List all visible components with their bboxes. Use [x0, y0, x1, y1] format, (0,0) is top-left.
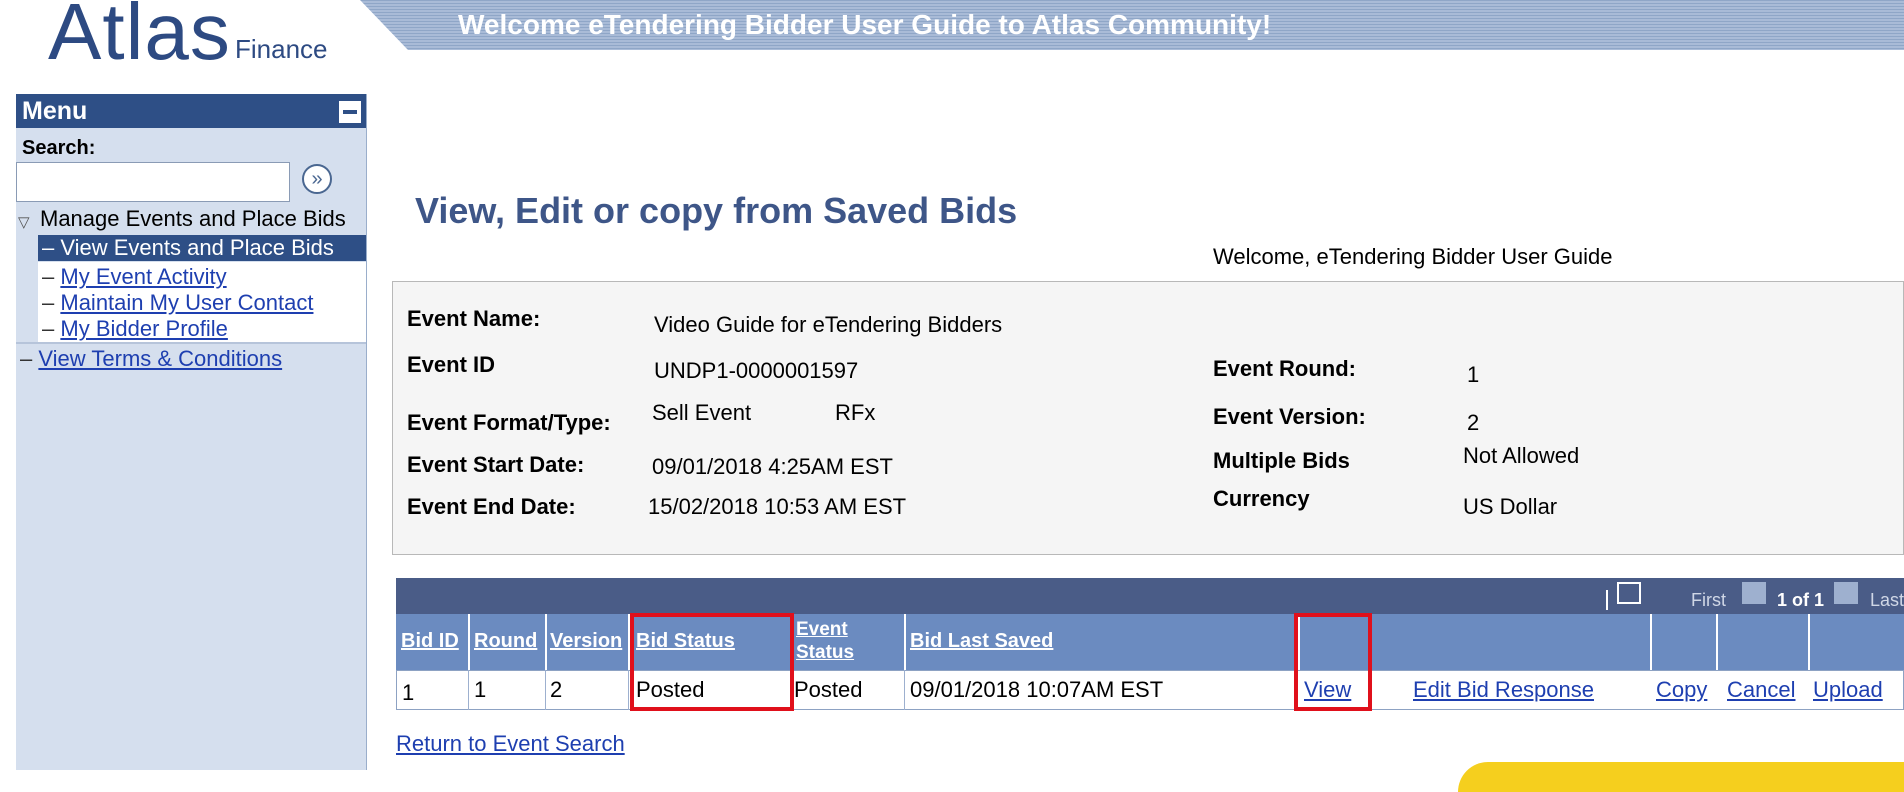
event-start-label: Event Start Date: — [407, 452, 585, 477]
cell-event-status: Posted — [794, 677, 863, 702]
menu-title: Menu — [22, 97, 88, 125]
cell-separator — [904, 670, 905, 710]
sidebar-item-my-event-activity[interactable]: – My Event Activity — [42, 264, 227, 290]
sidebar-item-terms[interactable]: – View Terms & Conditions — [20, 346, 282, 372]
grid-last-link[interactable]: Last — [1870, 590, 1904, 611]
cell-version: 2 — [550, 677, 563, 702]
prev-arrow-icon[interactable] — [1742, 582, 1766, 604]
cell-separator — [628, 670, 629, 710]
grid-first-link[interactable]: First — [1691, 590, 1726, 611]
event-id-label: Event ID — [407, 352, 496, 377]
upload-link[interactable]: Upload — [1813, 677, 1883, 703]
sidebar-group-manage-events[interactable]: Manage Events and Place Bids — [40, 206, 346, 232]
event-round-value: 1 — [1467, 362, 1480, 387]
sidebar-item-label[interactable]: View Terms & Conditions — [38, 346, 282, 371]
sidebar-item-maintain-user-contact[interactable]: – Maintain My User Contact — [42, 290, 313, 316]
sidebar-item-view-events[interactable]: – View Events and Place Bids — [42, 235, 334, 261]
column-header-bid-id[interactable]: Bid ID — [401, 630, 459, 653]
cancel-link[interactable]: Cancel — [1727, 677, 1795, 703]
cell-bid-last-saved: 09/01/2018 10:07AM EST — [910, 677, 1164, 702]
column-separator — [904, 614, 906, 670]
return-to-event-search-link[interactable]: Return to Event Search — [396, 731, 625, 757]
dash: – — [42, 264, 55, 289]
banner-title: Welcome eTendering Bidder User Guide to … — [458, 9, 1272, 40]
sidebar-item-label[interactable]: My Event Activity — [60, 264, 226, 289]
grid-row-count: 1 of 1 — [1777, 590, 1825, 610]
cell-separator — [545, 670, 546, 710]
search-label: Search: — [22, 137, 96, 159]
zoom-grid-icon[interactable] — [1617, 582, 1641, 604]
column-header-event-status[interactable]: Event Status — [796, 618, 854, 664]
search-input[interactable] — [16, 162, 290, 202]
column-separator — [1716, 614, 1718, 670]
sidebar-item-my-bidder-profile[interactable]: – My Bidder Profile — [42, 316, 228, 342]
copy-link[interactable]: Copy — [1656, 677, 1707, 703]
collapse-icon[interactable] — [339, 101, 361, 123]
event-start-value: 09/01/2018 4:25AM EST — [652, 454, 893, 479]
column-header-version[interactable]: Version — [550, 630, 622, 653]
sidebar-item-label[interactable]: Maintain My User Contact — [60, 290, 313, 315]
event-type-value: RFx — [835, 400, 876, 425]
column-header-line: Event — [796, 619, 848, 640]
cell-round: 1 — [474, 677, 487, 702]
column-header-bid-last-saved[interactable]: Bid Last Saved — [910, 630, 1053, 653]
dash: – — [42, 290, 55, 315]
next-arrow-icon[interactable] — [1834, 582, 1858, 604]
multiple-bids-label: Multiple Bids — [1213, 448, 1350, 473]
divider — [1606, 590, 1608, 610]
search-go-icon[interactable]: » — [302, 164, 332, 194]
column-header-line: Status — [796, 642, 855, 663]
event-format-value: Sell Event — [652, 400, 752, 425]
cell-bid-id: 1 — [402, 680, 415, 705]
event-name-value: Video Guide for eTendering Bidders — [654, 312, 1003, 337]
column-separator — [468, 614, 470, 670]
event-end-label: Event End Date: — [407, 494, 576, 519]
event-end-value: 15/02/2018 10:53 AM EST — [648, 494, 907, 519]
callout-bubble — [1458, 762, 1904, 792]
highlight-view — [1294, 613, 1372, 711]
event-name-label: Event Name: — [407, 306, 541, 331]
column-separator — [545, 614, 547, 670]
logo-subtitle: Finance — [235, 34, 328, 64]
event-version-value: 2 — [1467, 410, 1480, 435]
edit-bid-response-link[interactable]: Edit Bid Response — [1413, 677, 1594, 703]
logo: Atlas — [48, 0, 231, 76]
sidebar-item-label[interactable]: My Bidder Profile — [60, 316, 228, 341]
expand-triangle-icon[interactable]: ▽ — [18, 213, 30, 231]
divider — [16, 342, 366, 344]
dash: – — [20, 346, 33, 371]
page-title: View, Edit or copy from Saved Bids — [415, 190, 1018, 231]
column-separator — [1650, 614, 1652, 670]
event-details-panel — [392, 281, 1904, 555]
dash: – — [42, 316, 55, 341]
cell-separator — [468, 670, 469, 710]
event-version-label: Event Version: — [1213, 404, 1366, 429]
event-id-value: UNDP1-0000001597 — [654, 358, 859, 383]
currency-value: US Dollar — [1463, 494, 1558, 519]
highlight-bid-status — [630, 613, 794, 711]
multiple-bids-value: Not Allowed — [1463, 443, 1580, 468]
event-format-label: Event Format/Type: — [407, 410, 611, 435]
event-round-label: Event Round: — [1213, 356, 1356, 381]
column-separator — [1808, 614, 1810, 670]
currency-label: Currency — [1213, 486, 1310, 511]
column-header-round[interactable]: Round — [474, 630, 537, 653]
grid-nav-bar — [396, 578, 1904, 614]
welcome-text: Welcome, eTendering Bidder User Guide — [1213, 244, 1613, 269]
